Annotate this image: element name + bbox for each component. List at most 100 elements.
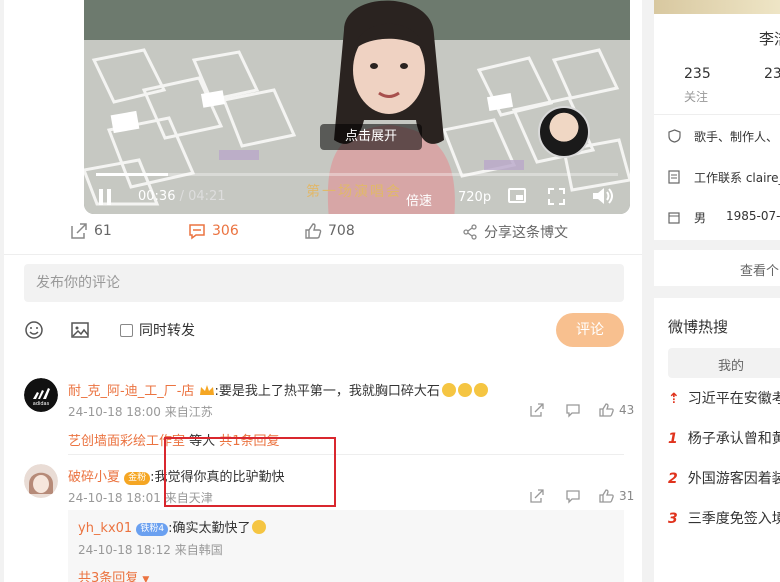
comment-icon[interactable] [565, 488, 581, 504]
profile-gender: 男 [694, 211, 707, 225]
share-icon [463, 224, 477, 240]
emoji-icon [441, 383, 456, 397]
emoji-icon [252, 520, 267, 534]
fullscreen-icon[interactable] [548, 188, 565, 205]
submit-comment-button[interactable]: 评论 [556, 313, 624, 347]
emoji-icon [473, 383, 488, 397]
comment-ops: 31 [529, 488, 634, 504]
comment-text: :要是我上了热平第一，我就胸口碎大石 [214, 384, 440, 399]
picture-in-picture-icon[interactable] [508, 188, 526, 203]
follow-count[interactable]: 235 [684, 66, 711, 82]
comment-line: 耐_克_阿-迪_工_厂-店 :要是我上了热平第一，我就胸口碎大石 [68, 380, 488, 399]
fan-badge: 铁粉4 [136, 523, 169, 536]
thumbs-up-icon[interactable] [599, 402, 615, 418]
comment-count: 306 [212, 223, 239, 239]
reply-line: yh_kx01 铁粉4:确实太勤快了 [78, 517, 267, 536]
profile-name[interactable]: 李洁 [759, 28, 780, 49]
hot-search-card: 微博热搜 我的 ⇡ 习近平在安徽考 1 杨子承认曾和黄 2 外国游客因着装 3 三季度免签入境 [654, 298, 780, 582]
calendar-icon [668, 212, 680, 224]
more-replies-link[interactable]: 共3条回复 ▼ [78, 567, 149, 582]
hot-search-text: 三季度免签入境 [687, 511, 780, 527]
forward-icon[interactable] [529, 488, 545, 504]
expand-tip[interactable]: 点击展开 [320, 124, 422, 150]
comment-date: 24-10-18 18:00 [68, 405, 161, 419]
divider [654, 114, 780, 115]
repost-checkbox[interactable] [120, 323, 133, 337]
thumbs-up-icon[interactable] [599, 488, 615, 504]
highlight-box [164, 437, 336, 507]
tab-mine-label: 我的 [718, 359, 745, 374]
comment-username[interactable]: 耐_克_阿-迪_工_厂-店 [68, 384, 194, 399]
volume-icon[interactable] [592, 187, 614, 205]
creator-avatar[interactable] [538, 106, 590, 158]
emoji-icon [457, 383, 472, 397]
time-display: 00:36 / 04:21 [138, 189, 226, 204]
reply-location: 来自韩国 [174, 543, 223, 557]
user-avatar[interactable]: adidas [24, 378, 58, 412]
quality-button[interactable]: 720p [458, 190, 491, 205]
hot-search-rank: 2 [668, 471, 678, 487]
profile-card: 李洁 235 关注 23 歌手、制作人、 工作联系 claire_ 男 1985… [654, 0, 780, 240]
hot-search-item[interactable]: 1 杨子承认曾和黄 [668, 428, 780, 448]
pause-icon[interactable] [98, 189, 112, 205]
comment-icon[interactable] [565, 402, 581, 418]
divider [68, 454, 624, 455]
fan-badge: 金粉 [124, 472, 151, 485]
video-player[interactable]: 点击展开 第一场演唱会 00:36 / 04:21 倍速 720p [84, 0, 630, 214]
progress-bar[interactable] [96, 173, 618, 176]
view-more-card[interactable]: 查看个 [654, 250, 780, 286]
forward-count: 61 [94, 223, 112, 239]
reply-text: :确实太勤快了 [168, 521, 251, 536]
hot-search-item[interactable]: 3 三季度免签入境 [668, 508, 780, 528]
emoji-icon[interactable] [24, 320, 44, 340]
hot-search-text: 杨子承认曾和黄 [687, 431, 780, 447]
composer-tools: 同时转发 [24, 316, 628, 344]
hot-search-rank: 1 [668, 431, 678, 447]
forward-button[interactable]: 61 [70, 222, 112, 240]
progress-fill [96, 173, 169, 176]
like-count: 708 [328, 223, 355, 239]
speed-button[interactable]: 倍速 [406, 190, 432, 209]
image-icon[interactable] [70, 320, 90, 340]
comment-username[interactable]: 破碎小夏 [68, 470, 120, 485]
divider [4, 254, 642, 255]
document-icon [668, 170, 680, 184]
reply-meta: 24-10-18 18:12 来自韩国 [78, 541, 223, 558]
view-more-link[interactable]: 查看个 [740, 260, 779, 279]
comment-like-count: 43 [619, 403, 635, 417]
comment-location: 来自江苏 [164, 405, 213, 419]
profile-bio: 歌手、制作人、 [694, 130, 779, 144]
crown-icon [199, 385, 214, 395]
shield-icon [668, 129, 681, 143]
hot-search-title: 微博热搜 [668, 318, 729, 336]
like-button[interactable]: 708 [304, 222, 355, 240]
time-current: 00:36 [138, 189, 176, 204]
hot-search-text: 习近平在安徽考 [687, 391, 780, 407]
more-replies-label[interactable]: 共3条回复 [78, 571, 138, 582]
comment-meta: 24-10-18 18:00 来自江苏 [68, 403, 213, 420]
tab-mine[interactable]: 我的 [668, 348, 780, 378]
reply-block: yh_kx01 铁粉4:确实太勤快了 24-10-18 18:12 来自韩国 共… [68, 510, 624, 582]
thumbs-up-icon [305, 223, 322, 239]
hot-search-item[interactable]: 2 外国游客因着装 [668, 468, 780, 488]
forward-icon[interactable] [529, 402, 545, 418]
follow-label: 关注 [684, 90, 709, 104]
share-button[interactable]: 分享这条博文 [462, 222, 568, 242]
comment-button[interactable]: 306 [188, 222, 239, 240]
hot-search-item[interactable]: ⇡ 习近平在安徽考 [668, 388, 780, 408]
repost-label: 同时转发 [139, 323, 195, 339]
time-total: / 04:21 [175, 189, 226, 204]
hot-search-text: 外国游客因着装 [687, 471, 780, 487]
user-avatar[interactable] [24, 464, 58, 498]
pin-top-icon: ⇡ [668, 391, 680, 407]
comment-input[interactable]: 发布你的评论 [24, 264, 624, 302]
forward-icon [71, 223, 87, 239]
share-label: 分享这条博文 [484, 225, 568, 241]
reply-username[interactable]: yh_kx01 [78, 521, 132, 536]
fans-count[interactable]: 23 [764, 66, 780, 82]
post-action-bar: 61 306 708 分享这条博文 [4, 222, 642, 246]
repost-option[interactable]: 同时转发 [120, 320, 195, 340]
video-controls: 00:36 / 04:21 倍速 720p [84, 178, 630, 214]
chevron-down-icon: ▼ [142, 575, 150, 582]
watermark: ▢▢▢▢▢▢▢▢▢ [664, 556, 776, 570]
